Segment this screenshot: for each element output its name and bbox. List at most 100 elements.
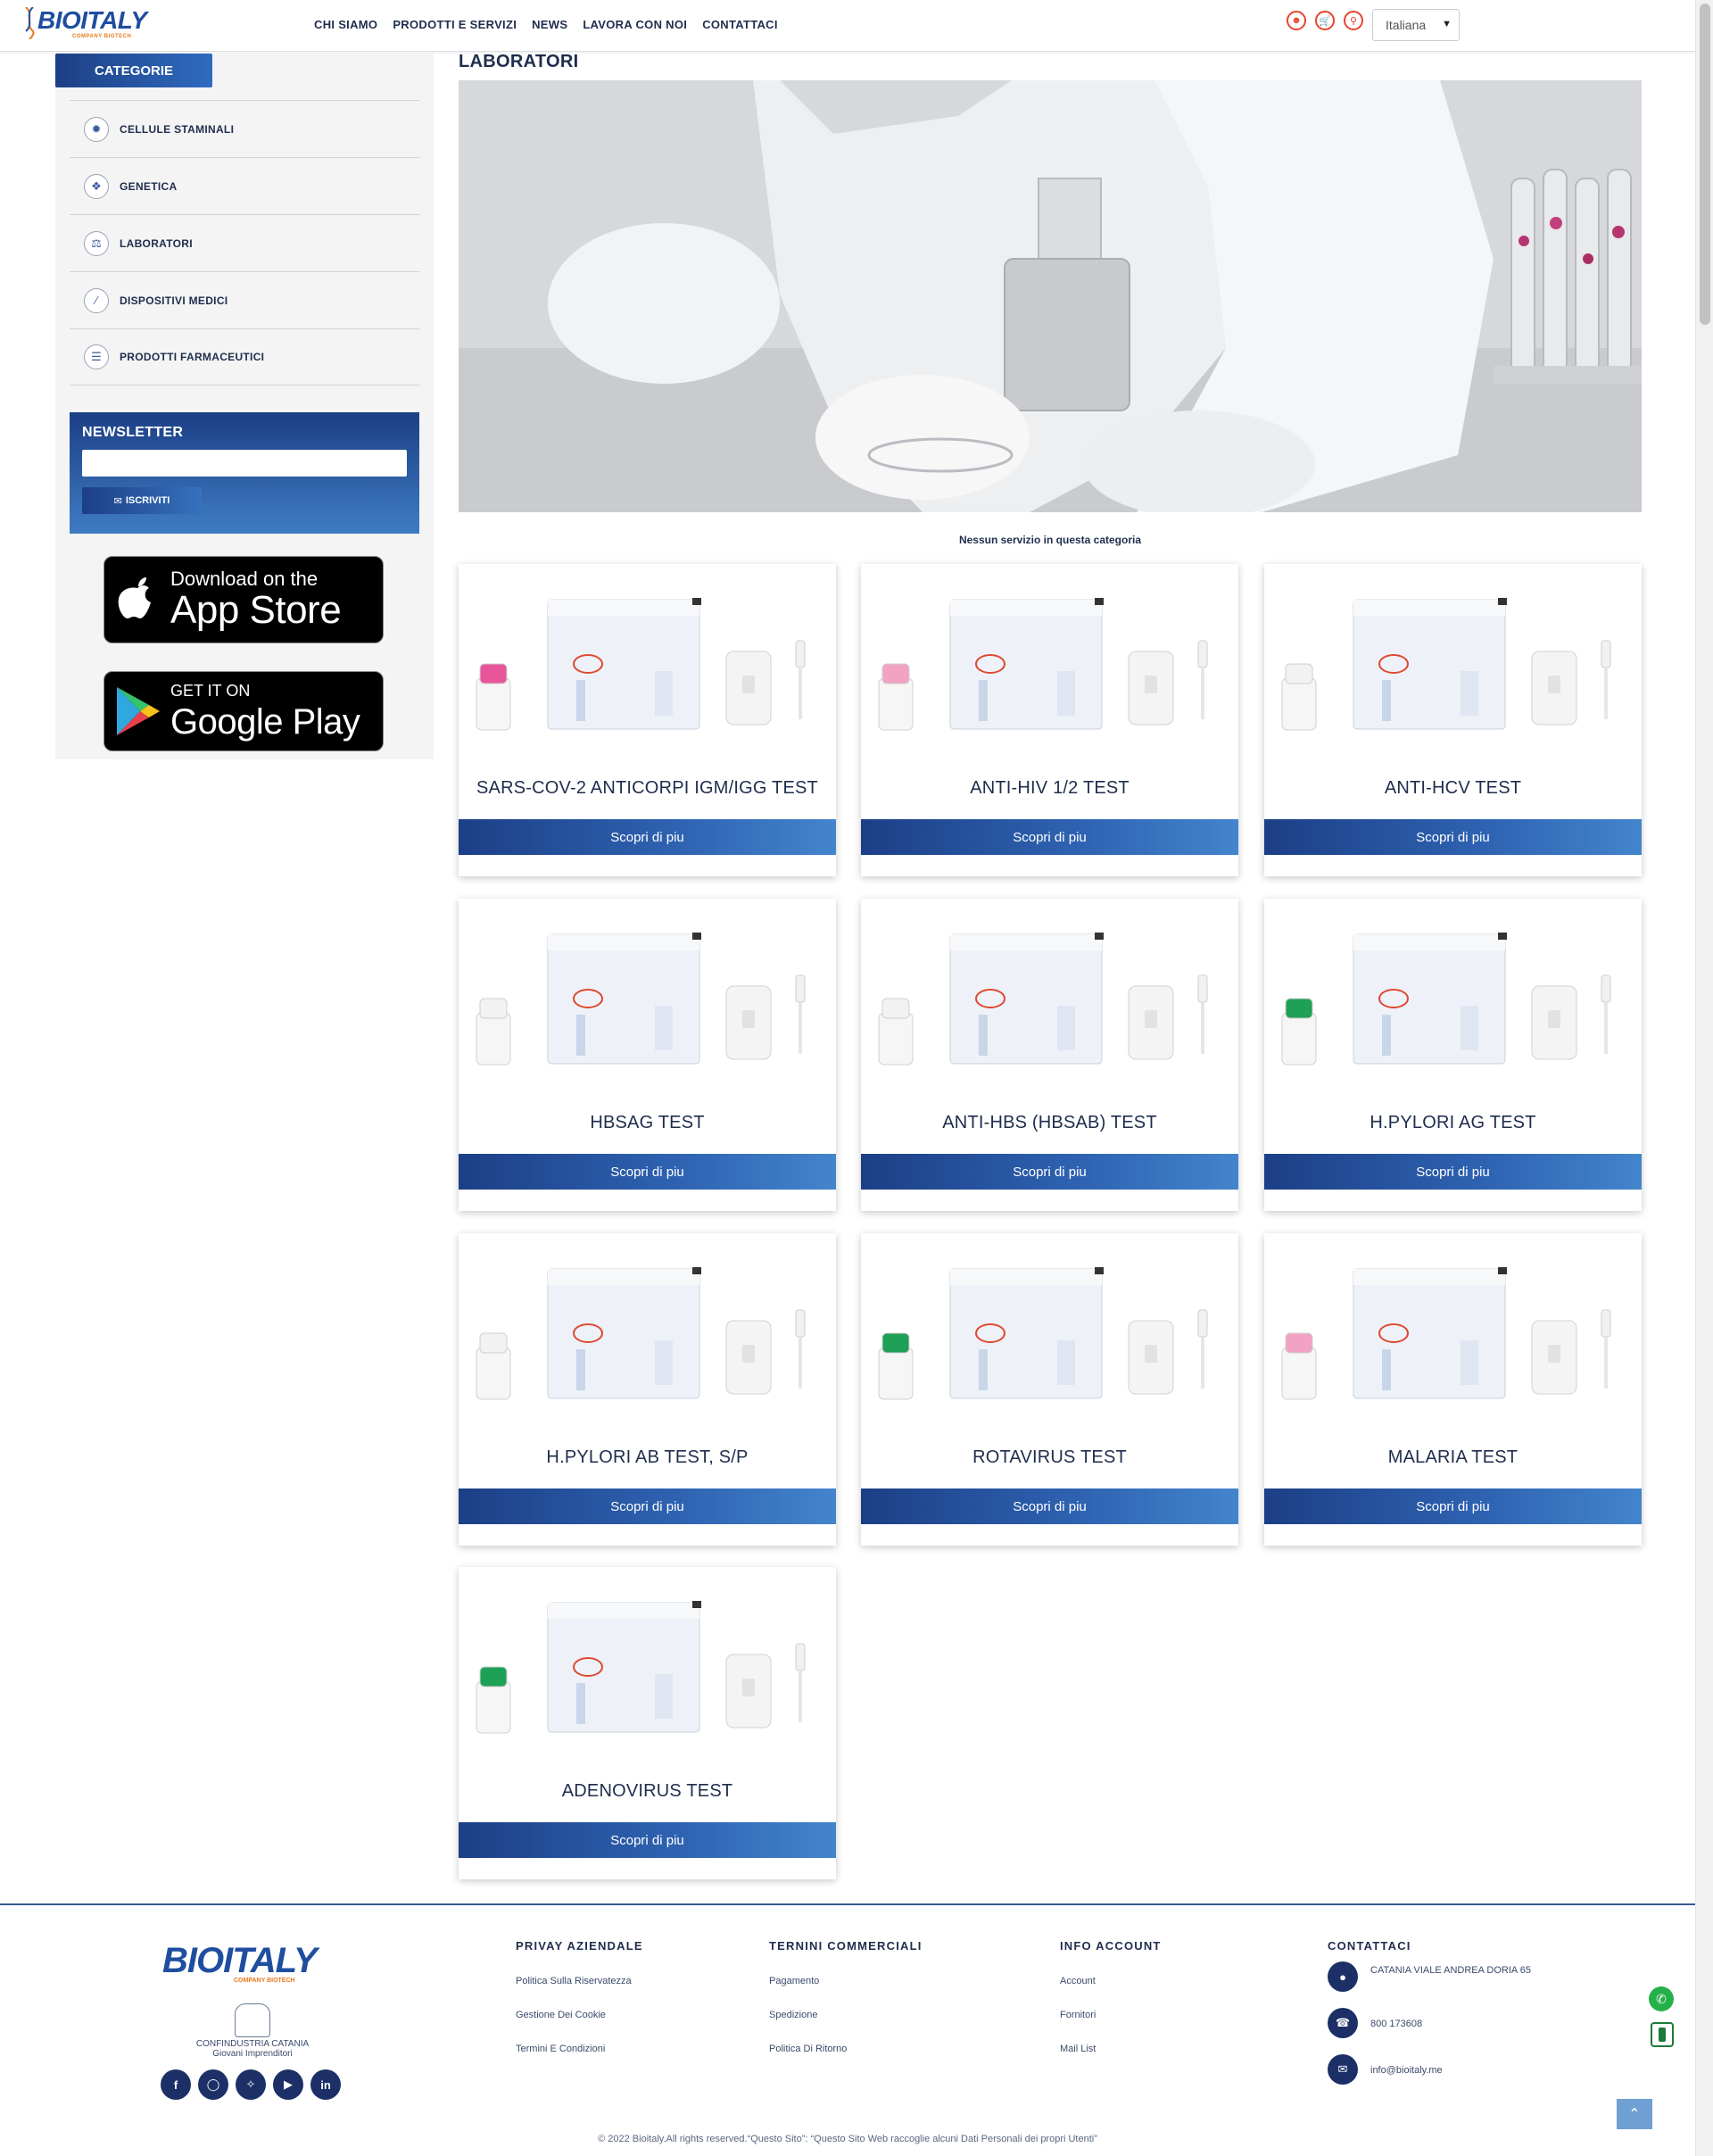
discover-more-button[interactable]: Scopri di piu xyxy=(861,1488,1238,1524)
subscribe-button[interactable]: ✉ ISCRIVITI xyxy=(82,487,202,514)
footer-logo[interactable]: BIOITALY COMPANY BIOTECH xyxy=(162,1941,318,1984)
sidebar-item-label: GENETICA xyxy=(120,179,178,193)
sidebar-item-label: PRODOTTI FARMACEUTICI xyxy=(120,351,265,363)
discover-more-button[interactable]: Scopri di piu xyxy=(861,819,1238,855)
language-select[interactable]: Italiana ▼ xyxy=(1372,9,1460,41)
phone-icon: ☎ xyxy=(1328,2008,1358,2038)
product-card[interactable]: H.PYLORI AG TEST Scopri di piu xyxy=(1264,899,1642,1211)
nav-prodotti-servizi[interactable]: PRODOTTI E SERVIZI xyxy=(393,18,517,31)
product-name: ADENOVIRUS TEST xyxy=(561,1781,733,1801)
site-logo[interactable]: BIOITALY COMPANY BIOTECH xyxy=(23,7,147,39)
product-card[interactable]: SARS-COV-2 ANTICORPI IGM/IGG TEST Scopri … xyxy=(459,564,836,876)
product-card[interactable]: ADENOVIRUS TEST Scopri di piu xyxy=(459,1567,836,1879)
discover-more-button[interactable]: Scopri di piu xyxy=(1264,1488,1642,1524)
footer-link[interactable]: Mail List xyxy=(1060,2044,1162,2054)
footer-col-title: CONTATTACI xyxy=(1328,1939,1411,1953)
linkedin-icon[interactable]: in xyxy=(310,2069,341,2100)
sidebar-item-prodotti-farmaceutici[interactable]: ☰ PRODOTTI FARMACEUTICI xyxy=(70,328,419,386)
footer-link[interactable]: Account xyxy=(1060,1976,1162,1986)
product-card[interactable]: ANTI-HBS (HBSAB) TEST Scopri di piu xyxy=(861,899,1238,1211)
footer-link[interactable]: Gestione Dei Cookie xyxy=(516,2010,643,2020)
site-footer: BIOITALY COMPANY BIOTECH CONFINDUSTRIA C… xyxy=(0,1903,1695,2156)
back-to-top-button[interactable]: ⌃ xyxy=(1617,2099,1652,2129)
language-value: Italiana xyxy=(1386,18,1427,32)
syringe-icon: ∕ xyxy=(84,287,109,313)
nav-contattaci[interactable]: CONTATTACI xyxy=(702,18,778,31)
google-play-icon xyxy=(104,685,170,737)
youtube-icon[interactable]: ▶ xyxy=(273,2069,303,2100)
product-image xyxy=(1281,1267,1611,1400)
discover-more-button[interactable]: Scopri di piu xyxy=(1264,819,1642,855)
confindustria-emblem-icon xyxy=(235,2003,270,2037)
app-store-small-text: Download on the xyxy=(170,568,319,590)
user-icon[interactable]: ☻ xyxy=(1287,11,1306,30)
product-image xyxy=(476,1267,806,1400)
product-name: MALARIA TEST xyxy=(1387,1447,1519,1467)
newsletter-email-input[interactable] xyxy=(82,450,407,477)
product-card[interactable]: ROTAVIRUS TEST Scopri di piu xyxy=(861,1233,1238,1546)
instagram-icon[interactable]: ◯ xyxy=(198,2069,228,2100)
product-card[interactable]: HBSAG TEST Scopri di piu xyxy=(459,899,836,1211)
newsletter-box: NEWSLETTER ✉ ISCRIVITI xyxy=(70,412,419,534)
search-icon[interactable]: ⚲ xyxy=(1344,11,1363,30)
discover-more-button[interactable]: Scopri di piu xyxy=(1264,1154,1642,1190)
cart-icon[interactable]: 🛒 xyxy=(1315,11,1335,30)
google-play-badge[interactable]: GET IT ON Google Play xyxy=(103,671,384,751)
subscribe-label: ISCRIVITI xyxy=(125,495,170,506)
contact-address: ● CATANIA VIALE ANDREA DORIA 65 xyxy=(1328,1961,1531,1992)
app-store-big-text: App Store xyxy=(170,588,342,632)
phone-text[interactable]: 800 173608 xyxy=(1370,2008,1422,2029)
sidebar-item-cellule-staminali[interactable]: ✹ CELLULE STAMINALI xyxy=(70,100,419,157)
sidebar-item-dispositivi-medici[interactable]: ∕ DISPOSITIVI MEDICI xyxy=(70,271,419,328)
nav-lavora-con-noi[interactable]: LAVORA CON NOI xyxy=(583,18,687,31)
discover-more-button[interactable]: Scopri di piu xyxy=(459,1488,836,1524)
discover-more-button[interactable]: Scopri di piu xyxy=(459,1822,836,1858)
dna-icon: ❖ xyxy=(84,173,109,199)
social-links: f ◯ ✧ ▶ in xyxy=(161,2069,341,2100)
product-card[interactable]: ANTI-HIV 1/2 TEST Scopri di piu xyxy=(861,564,1238,876)
nav-news[interactable]: NEWS xyxy=(532,18,567,31)
footer-col-contact: CONTATTACI ● CATANIA VIALE ANDREA DORIA … xyxy=(1328,1939,1531,2101)
lab-scientist-illustration xyxy=(459,80,1642,512)
product-image xyxy=(476,933,806,1066)
facebook-icon[interactable]: f xyxy=(161,2069,191,2100)
google-play-big-text: Google Play xyxy=(170,702,360,742)
product-card[interactable]: MALARIA TEST Scopri di piu xyxy=(1264,1233,1642,1546)
categories-button[interactable]: CATEGORIE xyxy=(55,54,212,87)
app-store-badge[interactable]: Download on the App Store xyxy=(103,556,384,643)
footer-link[interactable]: Spedizione xyxy=(769,2010,923,2020)
sidebar: CATEGORIE ✹ CELLULE STAMINALI ❖ GENETICA… xyxy=(55,52,434,759)
sidebar-item-genetica[interactable]: ❖ GENETICA xyxy=(70,157,419,214)
confindustria-logo: CONFINDUSTRIA CATANIA Giovani Imprendito… xyxy=(194,2003,310,2059)
product-card[interactable]: H.PYLORI AB TEST, S/P Scopri di piu xyxy=(459,1233,836,1546)
whatsapp-icon[interactable]: ✆ xyxy=(1649,1986,1674,2011)
mobile-app-icon[interactable] xyxy=(1651,2022,1674,2047)
google-play-small-text: GET IT ON xyxy=(170,682,251,700)
lab-icon: ⚖ xyxy=(84,230,109,256)
footer-link[interactable]: Termini E Condizioni xyxy=(516,2044,643,2054)
page-scrollbar[interactable] xyxy=(1695,0,1713,2156)
product-image xyxy=(1281,933,1611,1066)
footer-link[interactable]: Politica Di Ritorno xyxy=(769,2044,923,2054)
nav-chi-siamo[interactable]: CHI SIAMO xyxy=(314,18,377,31)
sidebar-item-laboratori[interactable]: ⚖ LABORATORI xyxy=(70,214,419,271)
address-text: CATANIA VIALE ANDREA DORIA 65 xyxy=(1370,1965,1531,1976)
product-image xyxy=(1281,598,1611,731)
contact-phone: ☎ 800 173608 xyxy=(1328,2008,1531,2038)
scrollbar-thumb[interactable] xyxy=(1700,4,1710,325)
footer-link[interactable]: Politica Sulla Riservatezza xyxy=(516,1976,643,1986)
footer-link[interactable]: Fornitori xyxy=(1060,2010,1162,2020)
discover-more-button[interactable]: Scopri di piu xyxy=(459,1154,836,1190)
discover-more-button[interactable]: Scopri di piu xyxy=(459,819,836,855)
twitter-icon[interactable]: ✧ xyxy=(236,2069,266,2100)
copyright-text: © 2022 Bioitaly.All rights reserved.“Que… xyxy=(598,2134,1097,2144)
footer-link[interactable]: Pagamento xyxy=(769,1976,923,1986)
product-name: SARS-COV-2 ANTICORPI IGM/IGG TEST xyxy=(476,778,818,798)
product-card[interactable]: ANTI-HCV TEST Scopri di piu xyxy=(1264,564,1642,876)
product-image xyxy=(476,598,806,731)
confindustria-line1: CONFINDUSTRIA CATANIA xyxy=(195,2039,310,2049)
email-text[interactable]: info@bioitaly.me xyxy=(1370,2054,1443,2076)
chevron-up-icon: ⌃ xyxy=(1628,2107,1641,2122)
category-list: ✹ CELLULE STAMINALI ❖ GENETICA ⚖ LABORAT… xyxy=(70,100,419,386)
discover-more-button[interactable]: Scopri di piu xyxy=(861,1154,1238,1190)
